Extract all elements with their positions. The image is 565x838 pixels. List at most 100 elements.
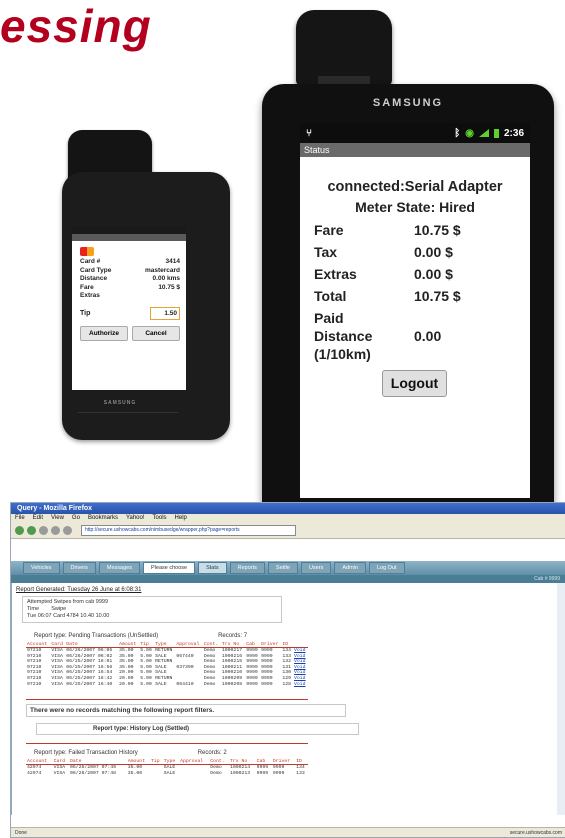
window-title: Query - Mozilla Firefox: [11, 503, 565, 514]
table-cell: 06/26/2007 07:48: [69, 770, 116, 776]
cancel-button[interactable]: Cancel: [132, 325, 180, 341]
table-cell: 5.00: [140, 675, 152, 681]
back-icon[interactable]: [15, 526, 24, 535]
table-cell: 9999: [246, 659, 258, 665]
table-cell: 1000217: [221, 648, 243, 653]
tab-vehicles[interactable]: Vehicles: [23, 562, 60, 574]
tab-messages[interactable]: Messages: [98, 562, 140, 574]
usb-icon: ⑂: [306, 127, 312, 139]
history-label: Report type: History Log (Settled): [36, 723, 359, 736]
tab-users[interactable]: Users: [300, 562, 332, 574]
table-cell: 9999: [246, 681, 258, 687]
table-cell: 06/26/2007 06:05: [66, 648, 113, 653]
table-row: 97210 VISA 06/25/2007 16:40 20.00 5.00 SALE 06…: [26, 682, 308, 688]
section-divider: [26, 743, 308, 745]
table-cell: [179, 771, 209, 777]
column-header: Approval: [175, 642, 203, 648]
tab-log-out[interactable]: Log Out: [368, 562, 405, 574]
void-link[interactable]: Void: [293, 648, 308, 654]
phone-detail-row: Fare 10.75 $: [72, 284, 186, 293]
table-cell: VISA: [51, 659, 63, 665]
pending-label: Report type: Pending Transactions (UnSet…: [34, 633, 159, 639]
table-cell: VISA: [51, 681, 63, 687]
tablet-status-bar: ⑂ ᛒ ◉ 2:36: [300, 123, 530, 143]
table-cell: 1000208: [221, 681, 243, 687]
table-cell: 06/25/2007 16:40: [66, 681, 113, 687]
field-label: Total: [314, 288, 347, 304]
tab-drivers[interactable]: Drivers: [62, 562, 96, 574]
menu-item[interactable]: Go: [72, 514, 80, 523]
menu-item[interactable]: File: [15, 514, 25, 523]
column-header: Card: [50, 642, 66, 648]
nav-toolbar: http://secure.ushowcabs.com/nimbusedge/w…: [11, 523, 565, 539]
tip-input[interactable]: 1.50: [150, 306, 180, 320]
user-link[interactable]: Cab # 9999: [534, 575, 560, 583]
table-cell: VISA: [51, 675, 63, 681]
tab-settle[interactable]: Settle: [267, 562, 298, 574]
menu-item[interactable]: View: [51, 514, 64, 523]
table-cell: RETURN: [155, 675, 173, 681]
swipe-line: Tue 06:07 Card 4784 10.40 10.00: [27, 613, 110, 619]
phone-brand-label: SAMSUNG: [103, 400, 137, 406]
sub-bar: Cab # 9999: [11, 575, 565, 583]
phone-card-details: Card # 3414 Card Type mastercard Distance 0.0…: [72, 258, 186, 301]
tab-admin[interactable]: Admin: [334, 562, 366, 574]
menu-item[interactable]: Bookmarks: [88, 514, 118, 523]
tablet-screen: ⑂ ᛒ ◉ 2:36 Status connected:Serial Adapt…: [300, 123, 530, 498]
table-cell: Demo: [210, 770, 222, 776]
menu-item[interactable]: Yahoo!: [126, 514, 145, 523]
column-header: Amount: [118, 642, 140, 648]
table-cell: 9999: [246, 648, 258, 653]
phone-screen: Card # 3414 Card Type mastercard Distance 0.0…: [72, 226, 186, 390]
table-cell: SALE: [163, 770, 176, 776]
url-bar[interactable]: http://secure.ushowcabs.com/nimbusedge/w…: [81, 525, 296, 536]
menu-item[interactable]: Tools: [153, 514, 167, 523]
table-cell: 35.00: [127, 770, 143, 776]
vertical-scrollbar[interactable]: [557, 583, 565, 815]
table-cell: 42974: [27, 770, 42, 776]
tab-stats[interactable]: Stats: [198, 562, 227, 574]
phone-detail-row: Card # 3414: [72, 258, 186, 267]
table-cell: 1000215: [221, 659, 243, 665]
field-label: Fare: [314, 222, 344, 238]
tab-reports[interactable]: Reports: [229, 562, 265, 574]
forward-icon[interactable]: [27, 526, 36, 535]
tab-please-choose[interactable]: Please choose: [143, 562, 196, 574]
failed-table: Account Card Date Amount Tip Type Approval Cont…: [26, 759, 308, 776]
meter-state: Meter State: Hired: [355, 199, 475, 215]
fare-details: Fare 10.75 $ Tax 0.00 $ Extras 0.00 $ Total 10.…: [314, 221, 530, 363]
stop-icon[interactable]: [51, 526, 60, 535]
field-label: Tax: [314, 244, 338, 260]
report-content: Report Generated: Tuesday 26 June at 6:0…: [11, 583, 565, 815]
home-icon[interactable]: [63, 526, 72, 535]
table-cell: 9999: [246, 675, 258, 681]
phone-detail-row: Distance 0.00 kms: [72, 275, 186, 284]
void-link[interactable]: Void: [293, 676, 308, 682]
signal-icon: [478, 129, 489, 137]
detail-value: 10.75 $: [158, 283, 180, 291]
section-divider: [26, 699, 308, 701]
table-cell: 9999: [261, 681, 273, 687]
table-cell: 5.00: [140, 648, 152, 653]
table-row: 97210 VISA 06/25/2007 16:42 20.00 5.00 RETURN…: [26, 676, 308, 682]
app-title-bar: Status: [300, 143, 530, 157]
clock-time: 2:36: [503, 127, 524, 139]
table-cell: 5.00: [140, 681, 152, 687]
logout-button[interactable]: Logout: [382, 370, 447, 397]
void-link[interactable]: Void: [293, 682, 308, 688]
pending-header: Report type: Pending Transactions (UnSet…: [34, 633, 557, 639]
reload-icon[interactable]: [39, 526, 48, 535]
void-link[interactable]: Void: [293, 659, 308, 665]
mastercard-icon: [80, 247, 94, 256]
menu-item[interactable]: Edit: [33, 514, 43, 523]
table-cell: 06/25/2007 16:42: [66, 675, 113, 681]
field-label: Paid Distance (1/10km): [314, 310, 373, 362]
authorize-button[interactable]: Authorize: [80, 325, 128, 341]
table-cell: 9999: [272, 770, 285, 776]
tip-label: Tip: [80, 309, 91, 317]
detail-value: 3414: [165, 258, 180, 265]
phone-detail-row: Extras: [72, 292, 186, 301]
app-nav-tabs: Vehicles Drivers Messages Please choose Stat…: [11, 561, 565, 575]
menu-item[interactable]: Help: [175, 514, 187, 523]
page-header-space: [11, 539, 565, 561]
